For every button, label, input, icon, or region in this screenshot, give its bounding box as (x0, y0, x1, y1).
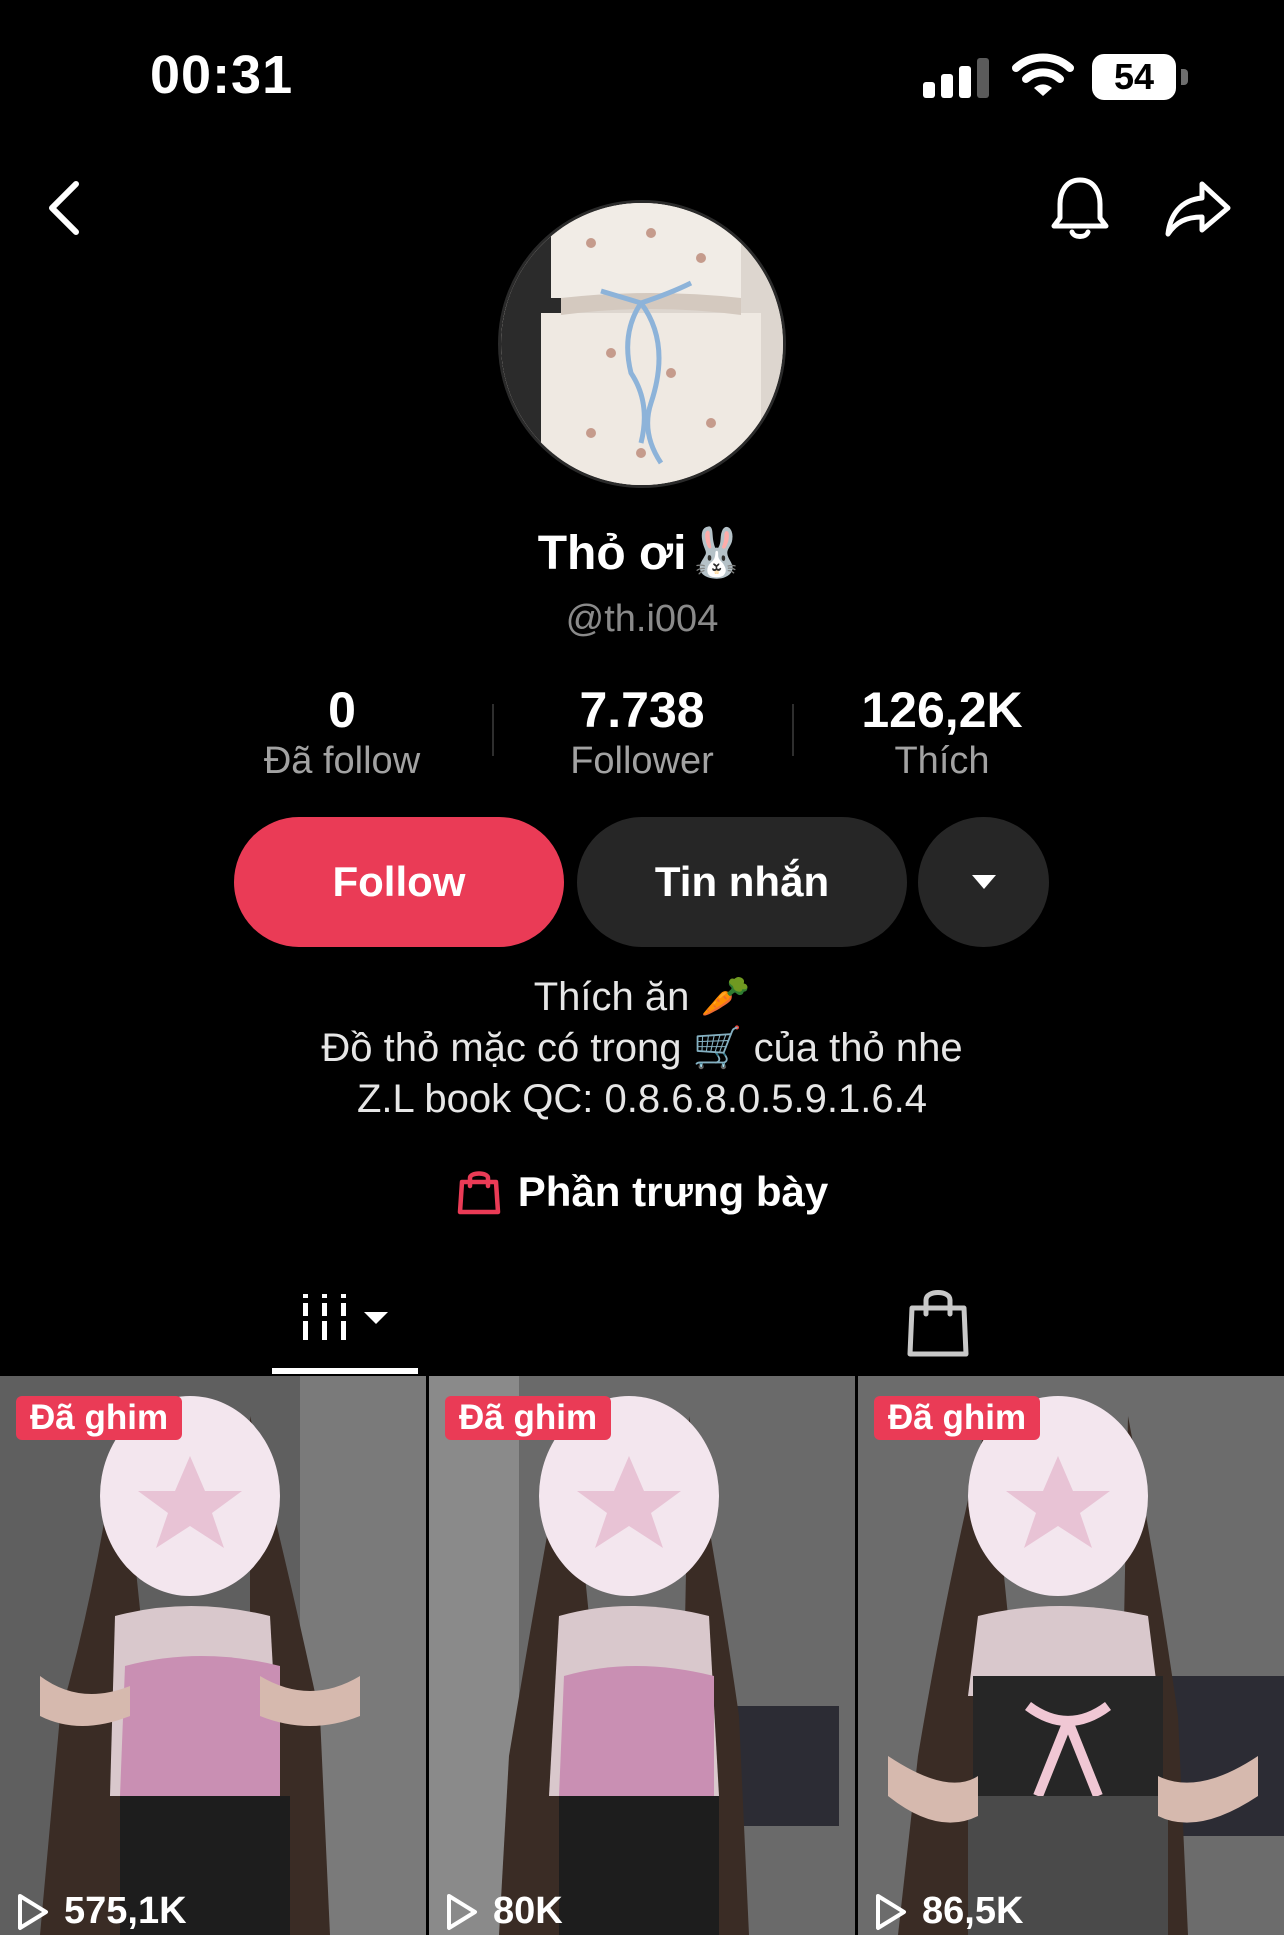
bio: Thích ăn 🥕 Đồ thỏ mặc có trong 🛒 của thỏ… (0, 972, 1284, 1125)
view-count-value: 80K (493, 1890, 563, 1932)
play-icon (447, 1893, 477, 1930)
caret-down-icon (971, 875, 996, 889)
play-icon (876, 1893, 906, 1930)
battery-icon: 54 (1092, 54, 1188, 100)
content-tabs (0, 1280, 1284, 1376)
bio-line: Z.L book QC: 0.8.6.8.0.5.9.1.6.4 (357, 1077, 927, 1121)
pinned-badge: Đã ghim (445, 1396, 612, 1440)
bio-line: Thích ăn 🥕 (533, 975, 751, 1019)
shopping-bag-icon (457, 1171, 501, 1215)
view-count: 575,1K (16, 1890, 187, 1933)
active-tab-indicator (272, 1368, 418, 1374)
stat-likes[interactable]: 126,2K Thích (792, 682, 1092, 784)
cellular-signal-icon (923, 56, 991, 98)
stat-value: 126,2K (861, 682, 1023, 738)
video-thumbnail-image (429, 1376, 855, 1935)
tab-videos[interactable] (272, 1280, 418, 1376)
avatar-photo (501, 203, 783, 485)
showcase-link[interactable]: Phần trưng bày (0, 1168, 1284, 1216)
stat-value: 0 (328, 682, 356, 738)
status-bar: 00:31 54 (0, 0, 1284, 150)
share-arrow-icon[interactable] (1162, 172, 1234, 244)
view-count: 80K (445, 1890, 563, 1933)
play-icon (18, 1893, 48, 1930)
bell-icon[interactable] (1044, 172, 1116, 244)
pinned-badge: Đã ghim (874, 1396, 1041, 1440)
avatar[interactable] (498, 200, 786, 488)
wifi-icon (1012, 53, 1074, 96)
view-count-value: 86,5K (922, 1890, 1024, 1932)
video-grid: Đã ghim 575,1K Đã ghim 80K Đã ghim 86,5K (0, 1376, 1284, 1935)
stat-followers[interactable]: 7.738 Follower (492, 682, 792, 784)
view-count: 86,5K (874, 1890, 1023, 1933)
clock: 00:31 (150, 45, 294, 105)
stat-value: 7.738 (579, 682, 705, 738)
bio-line: Đồ thỏ mặc có trong 🛒 của thỏ nhe (321, 1026, 963, 1070)
video-grid-icon (300, 1294, 388, 1340)
username: @th.i004 (565, 598, 719, 640)
view-count-value: 575,1K (64, 1890, 187, 1932)
profile-stats: 0 Đã follow 7.738 Follower 126,2K Thích (0, 682, 1284, 792)
more-options-button[interactable] (918, 817, 1049, 947)
stat-following[interactable]: 0 Đã follow (192, 682, 492, 784)
pinned-badge: Đã ghim (16, 1396, 183, 1440)
display-name: Thỏ ơi🐰 (537, 527, 747, 580)
video-thumbnail-image (0, 1376, 426, 1935)
video-thumbnail[interactable]: Đã ghim 575,1K (0, 1376, 426, 1935)
chevron-left-icon[interactable] (30, 172, 102, 244)
battery-level: 54 (1092, 54, 1176, 100)
stat-label: Đã follow (263, 740, 421, 782)
follow-button[interactable]: Follow (234, 817, 564, 947)
message-button[interactable]: Tin nhắn (577, 817, 907, 947)
video-thumbnail[interactable]: Đã ghim 80K (429, 1376, 855, 1935)
stat-label: Thích (894, 740, 990, 782)
showcase-label: Phần trưng bày (517, 1168, 829, 1215)
stat-label: Follower (570, 740, 714, 782)
tab-shop-bag-icon[interactable] (904, 1284, 972, 1360)
video-thumbnail-image (858, 1376, 1284, 1935)
video-thumbnail[interactable]: Đã ghim 86,5K (858, 1376, 1284, 1935)
